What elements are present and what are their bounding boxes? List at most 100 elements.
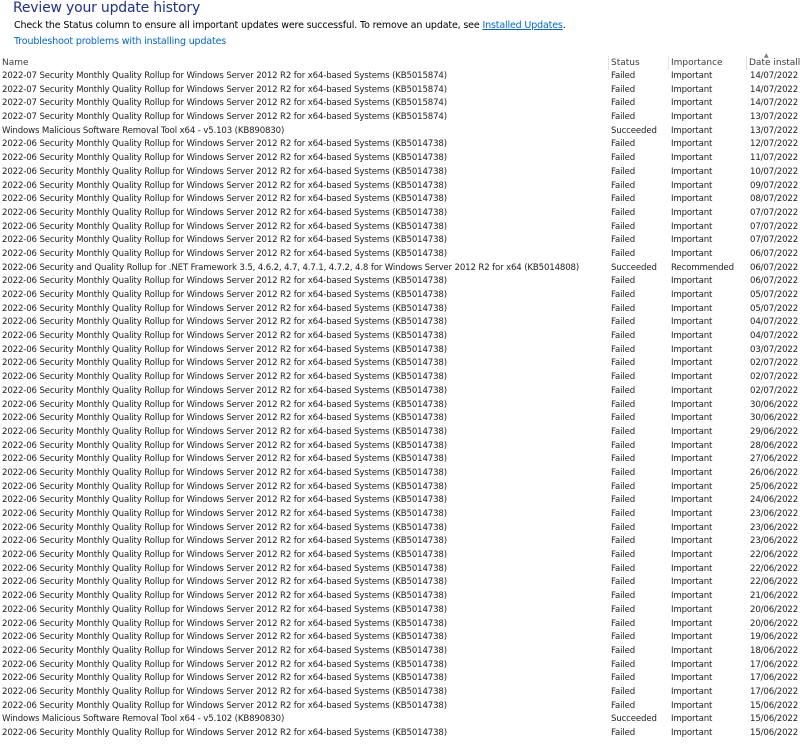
cell-name: 2022-06 Security Monthly Quality Rollup …: [2, 673, 447, 684]
column-header-name[interactable]: Name: [0, 56, 608, 70]
table-row[interactable]: 2022-06 Security Monthly Quality Rollup …: [0, 576, 800, 590]
table-row[interactable]: 2022-06 Security Monthly Quality Rollup …: [0, 289, 800, 303]
troubleshoot-link[interactable]: Troubleshoot problems with installing up…: [14, 36, 226, 47]
cell-name: 2022-07 Security Monthly Quality Rollup …: [2, 98, 447, 109]
cell-importance: Important: [671, 536, 713, 547]
cell-importance: Important: [671, 550, 713, 561]
cell-status: Failed: [611, 509, 636, 519]
table-row[interactable]: 2022-06 Security Monthly Quality Rollup …: [0, 385, 800, 399]
cell-name: Windows Malicious Software Removal Tool …: [2, 125, 285, 136]
table-row[interactable]: 2022-06 Security Monthly Quality Rollup …: [0, 494, 800, 508]
cell-status: Failed: [611, 728, 636, 738]
cell-importance: Important: [671, 495, 713, 506]
cell-importance: Important: [671, 71, 713, 81]
table-row[interactable]: 2022-07 Security Monthly Quality Rollup …: [0, 70, 800, 84]
table-row[interactable]: 2022-06 Security Monthly Quality Rollup …: [0, 535, 800, 549]
cell-status: Failed: [611, 563, 636, 574]
cell-name: 2022-06 Security Monthly Quality Rollup …: [2, 591, 447, 602]
table-row[interactable]: 2022-07 Security Monthly Quality Rollup …: [0, 97, 800, 111]
table-row[interactable]: 2022-06 Security Monthly Quality Rollup …: [0, 138, 800, 152]
cell-date-installed: 09/07/2022: [750, 180, 799, 191]
table-row[interactable]: 2022-06 Security Monthly Quality Rollup …: [0, 412, 800, 426]
table-row[interactable]: 2022-06 Security Monthly Quality Rollup …: [0, 399, 800, 413]
table-row[interactable]: 2022-06 Security and Quality Rollup for …: [0, 262, 800, 276]
table-row[interactable]: 2022-06 Security Monthly Quality Rollup …: [0, 316, 800, 330]
cell-name: 2022-06 Security Monthly Quality Rollup …: [2, 290, 447, 300]
table-row[interactable]: 2022-06 Security Monthly Quality Rollup …: [0, 700, 800, 714]
table-row[interactable]: 2022-06 Security Monthly Quality Rollup …: [0, 275, 800, 289]
table-row[interactable]: 2022-06 Security Monthly Quality Rollup …: [0, 166, 800, 180]
cell-status: Failed: [611, 372, 636, 383]
column-header-importance[interactable]: Importance: [668, 56, 746, 70]
table-row[interactable]: 2022-06 Security Monthly Quality Rollup …: [0, 481, 800, 495]
cell-name: 2022-06 Security Monthly Quality Rollup …: [2, 358, 447, 369]
cell-importance: Important: [671, 632, 713, 643]
cell-status: Failed: [611, 577, 636, 588]
table-row[interactable]: 2022-06 Security Monthly Quality Rollup …: [0, 522, 800, 536]
page-description: Check the Status column to ensure all im…: [14, 20, 566, 31]
cell-date-installed: 21/06/2022: [750, 591, 799, 602]
table-row[interactable]: 2022-06 Security Monthly Quality Rollup …: [0, 659, 800, 673]
cell-status: Failed: [611, 180, 636, 191]
table-row[interactable]: 2022-06 Security Monthly Quality Rollup …: [0, 618, 800, 632]
cell-name: 2022-06 Security Monthly Quality Rollup …: [2, 618, 447, 629]
table-row[interactable]: 2022-06 Security Monthly Quality Rollup …: [0, 330, 800, 344]
table-row[interactable]: 2022-06 Security Monthly Quality Rollup …: [0, 152, 800, 166]
cell-name: 2022-06 Security Monthly Quality Rollup …: [2, 645, 447, 656]
table-row[interactable]: 2022-06 Security Monthly Quality Rollup …: [0, 207, 800, 221]
cell-status: Failed: [611, 303, 636, 314]
cell-status: Failed: [611, 276, 636, 287]
cell-name: 2022-06 Security Monthly Quality Rollup …: [2, 632, 447, 643]
table-row[interactable]: 2022-07 Security Monthly Quality Rollup …: [0, 84, 800, 98]
cell-status: Failed: [611, 290, 636, 300]
table-row[interactable]: 2022-06 Security Monthly Quality Rollup …: [0, 371, 800, 385]
table-row[interactable]: 2022-06 Security Monthly Quality Rollup …: [0, 453, 800, 467]
cell-date-installed: 23/06/2022: [750, 522, 799, 533]
cell-date-installed: 12/07/2022: [750, 139, 799, 150]
cell-name: 2022-06 Security Monthly Quality Rollup …: [2, 331, 447, 342]
table-row[interactable]: 2022-06 Security Monthly Quality Rollup …: [0, 344, 800, 358]
cell-date-installed: 29/06/2022: [750, 426, 799, 437]
table-row[interactable]: 2022-06 Security Monthly Quality Rollup …: [0, 727, 800, 741]
table-row[interactable]: 2022-06 Security Monthly Quality Rollup …: [0, 672, 800, 686]
cell-importance: Important: [671, 440, 713, 451]
cell-date-installed: 11/07/2022: [750, 153, 799, 164]
table-row[interactable]: 2022-06 Security Monthly Quality Rollup …: [0, 303, 800, 317]
table-row[interactable]: 2022-06 Security Monthly Quality Rollup …: [0, 686, 800, 700]
cell-date-installed: 22/06/2022: [750, 563, 799, 574]
table-row[interactable]: 2022-06 Security Monthly Quality Rollup …: [0, 440, 800, 454]
table-row[interactable]: Windows Malicious Software Removal Tool …: [0, 125, 800, 139]
table-row[interactable]: 2022-06 Security Monthly Quality Rollup …: [0, 508, 800, 522]
cell-date-installed: 04/07/2022: [750, 317, 799, 328]
table-row[interactable]: Windows Malicious Software Removal Tool …: [0, 713, 800, 727]
cell-name: 2022-06 Security Monthly Quality Rollup …: [2, 700, 447, 711]
table-row[interactable]: 2022-06 Security Monthly Quality Rollup …: [0, 234, 800, 248]
table-row[interactable]: 2022-06 Security Monthly Quality Rollup …: [0, 180, 800, 194]
installed-updates-link[interactable]: Installed Updates: [482, 20, 562, 31]
column-header-date-installed[interactable]: ▲Date installed: [746, 53, 800, 70]
column-header-row: Name Status Importance ▲Date installed: [0, 53, 800, 70]
table-row[interactable]: 2022-06 Security Monthly Quality Rollup …: [0, 645, 800, 659]
table-row[interactable]: 2022-06 Security Monthly Quality Rollup …: [0, 357, 800, 371]
cell-status: Failed: [611, 426, 636, 437]
cell-status: Failed: [611, 385, 636, 396]
table-row[interactable]: 2022-06 Security Monthly Quality Rollup …: [0, 549, 800, 563]
table-row[interactable]: 2022-06 Security Monthly Quality Rollup …: [0, 426, 800, 440]
table-row[interactable]: 2022-06 Security Monthly Quality Rollup …: [0, 467, 800, 481]
cell-name: 2022-07 Security Monthly Quality Rollup …: [2, 112, 447, 123]
table-row[interactable]: 2022-06 Security Monthly Quality Rollup …: [0, 563, 800, 577]
cell-date-installed: 07/07/2022: [750, 221, 799, 232]
table-row[interactable]: 2022-07 Security Monthly Quality Rollup …: [0, 111, 800, 125]
table-row[interactable]: 2022-06 Security Monthly Quality Rollup …: [0, 248, 800, 262]
cell-date-installed: 20/06/2022: [750, 618, 799, 629]
cell-status: Failed: [611, 686, 636, 697]
cell-status: Failed: [611, 467, 636, 478]
table-row[interactable]: 2022-06 Security Monthly Quality Rollup …: [0, 604, 800, 618]
table-row[interactable]: 2022-06 Security Monthly Quality Rollup …: [0, 193, 800, 207]
cell-date-installed: 15/06/2022: [750, 714, 799, 725]
column-header-status[interactable]: Status: [608, 56, 668, 70]
cell-importance: Important: [671, 112, 713, 123]
table-row[interactable]: 2022-06 Security Monthly Quality Rollup …: [0, 631, 800, 645]
table-row[interactable]: 2022-06 Security Monthly Quality Rollup …: [0, 590, 800, 604]
table-row[interactable]: 2022-06 Security Monthly Quality Rollup …: [0, 221, 800, 235]
